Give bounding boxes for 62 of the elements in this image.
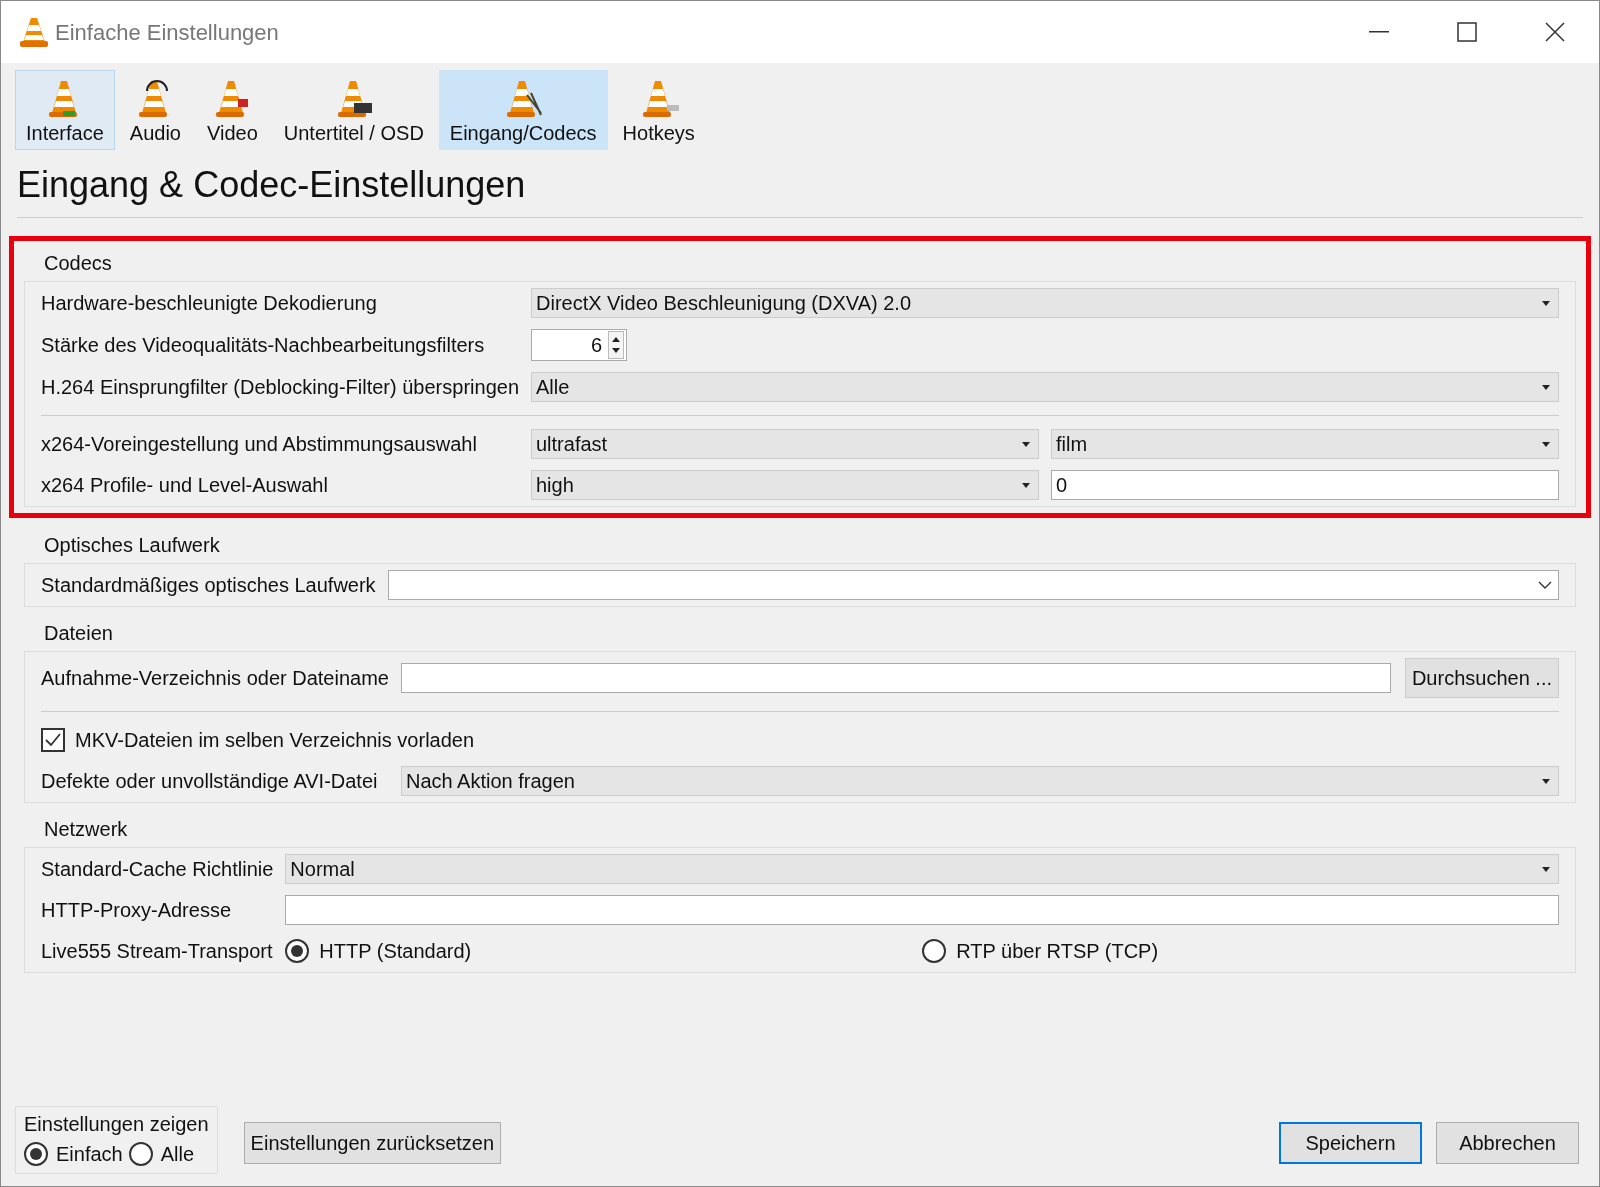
checkbox[interactable]	[41, 728, 65, 752]
dropdown-arrow-icon	[1542, 778, 1550, 784]
tab[interactable]: Untertitel / OSD	[272, 70, 435, 150]
cone-logo-icon	[19, 16, 49, 48]
tab[interactable]: Eingang/Codecs	[438, 70, 608, 150]
radio-button[interactable]	[922, 939, 947, 963]
reset-button[interactable]: Einstellungen zurücksetzen	[243, 1122, 502, 1164]
text-field[interactable]	[285, 895, 1559, 925]
dropdown-arrow-icon	[1542, 300, 1550, 306]
field-label: HTTP-Proxy-Adresse	[41, 898, 233, 923]
field-label: x264-Voreingestellung und Abstimmungsauswahl	[41, 432, 478, 457]
section-title: Netzwerk	[44, 817, 129, 841]
field-label: H.264 Einsprungfilter (Deblocking-Filter) überspringen	[41, 375, 519, 400]
field-label: Standardmäßiges optisches Laufwerk	[41, 573, 376, 598]
minimize-icon	[1369, 31, 1389, 33]
dropdown[interactable]: Normal	[285, 854, 1559, 884]
dropdown-arrow-icon	[1022, 482, 1030, 488]
field-label: Standard-Cache Richtlinie	[41, 857, 274, 882]
dropdown[interactable]: ultrafast	[531, 429, 1039, 459]
section-title: Optisches Laufwerk	[44, 533, 221, 557]
section-title: Dateien	[44, 621, 114, 645]
section-title: Codecs	[44, 251, 113, 275]
radio-button[interactable]	[128, 1142, 153, 1166]
maximize-icon	[1457, 22, 1477, 42]
dropdown[interactable]: film	[1051, 429, 1559, 459]
text-field[interactable]: 0	[1051, 470, 1559, 500]
dropdown-arrow-icon	[1542, 441, 1550, 447]
spin-box[interactable]: 6	[531, 329, 627, 361]
radio-label: RTP über RTSP (TCP)	[956, 939, 1159, 964]
dropdown-arrow-icon	[1022, 441, 1030, 447]
tab[interactable]: Interface	[15, 70, 115, 150]
dropdown[interactable]: high	[531, 470, 1039, 500]
dropdown-arrow-icon	[1542, 866, 1550, 872]
radio-label: HTTP (Standard)	[319, 939, 472, 964]
radio-button[interactable]	[285, 939, 310, 963]
text-field[interactable]	[400, 663, 1391, 693]
close-icon	[1545, 22, 1565, 42]
dropdown[interactable]: Nach Aktion fragen	[400, 766, 1559, 796]
cancel-button[interactable]: Abbrechen	[1436, 1122, 1579, 1164]
field-label: Hardware-beschleunigte Dekodierung	[41, 291, 378, 316]
chevron-down-icon	[1538, 581, 1552, 589]
page-heading: Eingang & Codec-Einstellungen	[17, 163, 527, 207]
window-title: Einfache Einstellungen	[55, 18, 279, 47]
radio-label: Einfach	[56, 1142, 123, 1167]
spin-arrows-icon[interactable]	[608, 331, 624, 359]
dropdown-arrow-icon	[1542, 384, 1550, 390]
tab[interactable]: Hotkeys	[611, 70, 706, 150]
save-button[interactable]: Speichern	[1279, 1122, 1422, 1164]
radio-label: Alle	[160, 1142, 195, 1167]
tab[interactable]: Audio	[118, 70, 192, 150]
tab[interactable]: Video	[196, 70, 269, 150]
field-label: Stärke des Videoqualitäts-Nachbearbeitungsfilters	[41, 333, 486, 358]
group-title: Einstellungen zeigen	[24, 1112, 209, 1137]
radio-button[interactable]	[24, 1142, 48, 1166]
field-label: Defekte oder unvollständige AVI-Datei	[41, 769, 379, 794]
field-label: x264 Profile- und Level-Auswahl	[41, 473, 329, 498]
dropdown[interactable]: DirectX Video Beschleunigung (DXVA) 2.0	[531, 288, 1559, 318]
browse-button[interactable]: Durchsuchen ...	[1404, 658, 1559, 698]
dropdown[interactable]: Alle	[531, 372, 1559, 402]
checkbox-label: MKV-Dateien im selben Verzeichnis vorladen	[75, 728, 475, 753]
field-label: Live555 Stream-Transport	[41, 939, 274, 964]
field-label: Aufnahme-Verzeichnis oder Dateiname	[41, 666, 389, 691]
